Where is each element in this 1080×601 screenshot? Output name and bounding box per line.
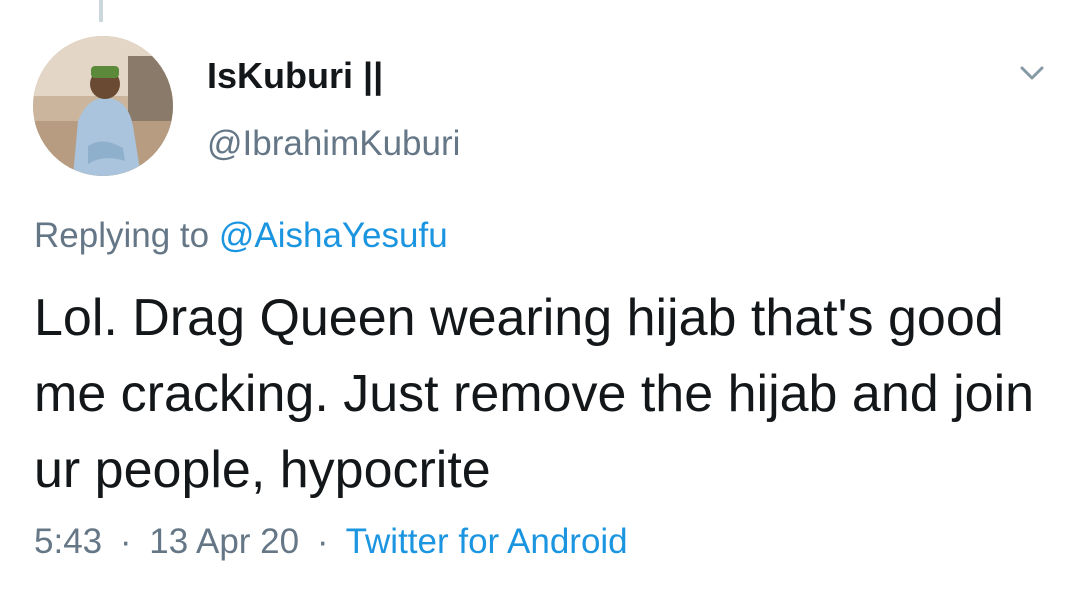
author-handle[interactable]: @IbrahimKuburi	[207, 120, 460, 168]
tweet-date[interactable]: 13 Apr 20	[149, 522, 299, 561]
chevron-down-icon[interactable]	[1010, 56, 1054, 92]
tweet-time[interactable]: 5:43	[34, 522, 102, 561]
tweet-meta: 5:43 · 13 Apr 20 · Twitter for Android	[34, 518, 628, 566]
replying-to-mention-link[interactable]: @AishaYesufu	[219, 216, 448, 255]
avatar[interactable]	[33, 36, 173, 176]
tweet-source-link[interactable]: Twitter for Android	[346, 522, 628, 561]
replying-to-line: Replying to @AishaYesufu	[34, 212, 448, 260]
avatar-photo	[33, 36, 173, 176]
thread-connector-line	[99, 0, 103, 22]
replying-to-prefix: Replying to	[34, 216, 210, 255]
author-display-name[interactable]: IsKuburi ||	[207, 52, 383, 100]
meta-separator: ·	[119, 522, 132, 561]
tweet-text: Lol. Drag Queen wearing hijab that's goo…	[34, 289, 1035, 499]
meta-separator: ·	[316, 522, 329, 561]
